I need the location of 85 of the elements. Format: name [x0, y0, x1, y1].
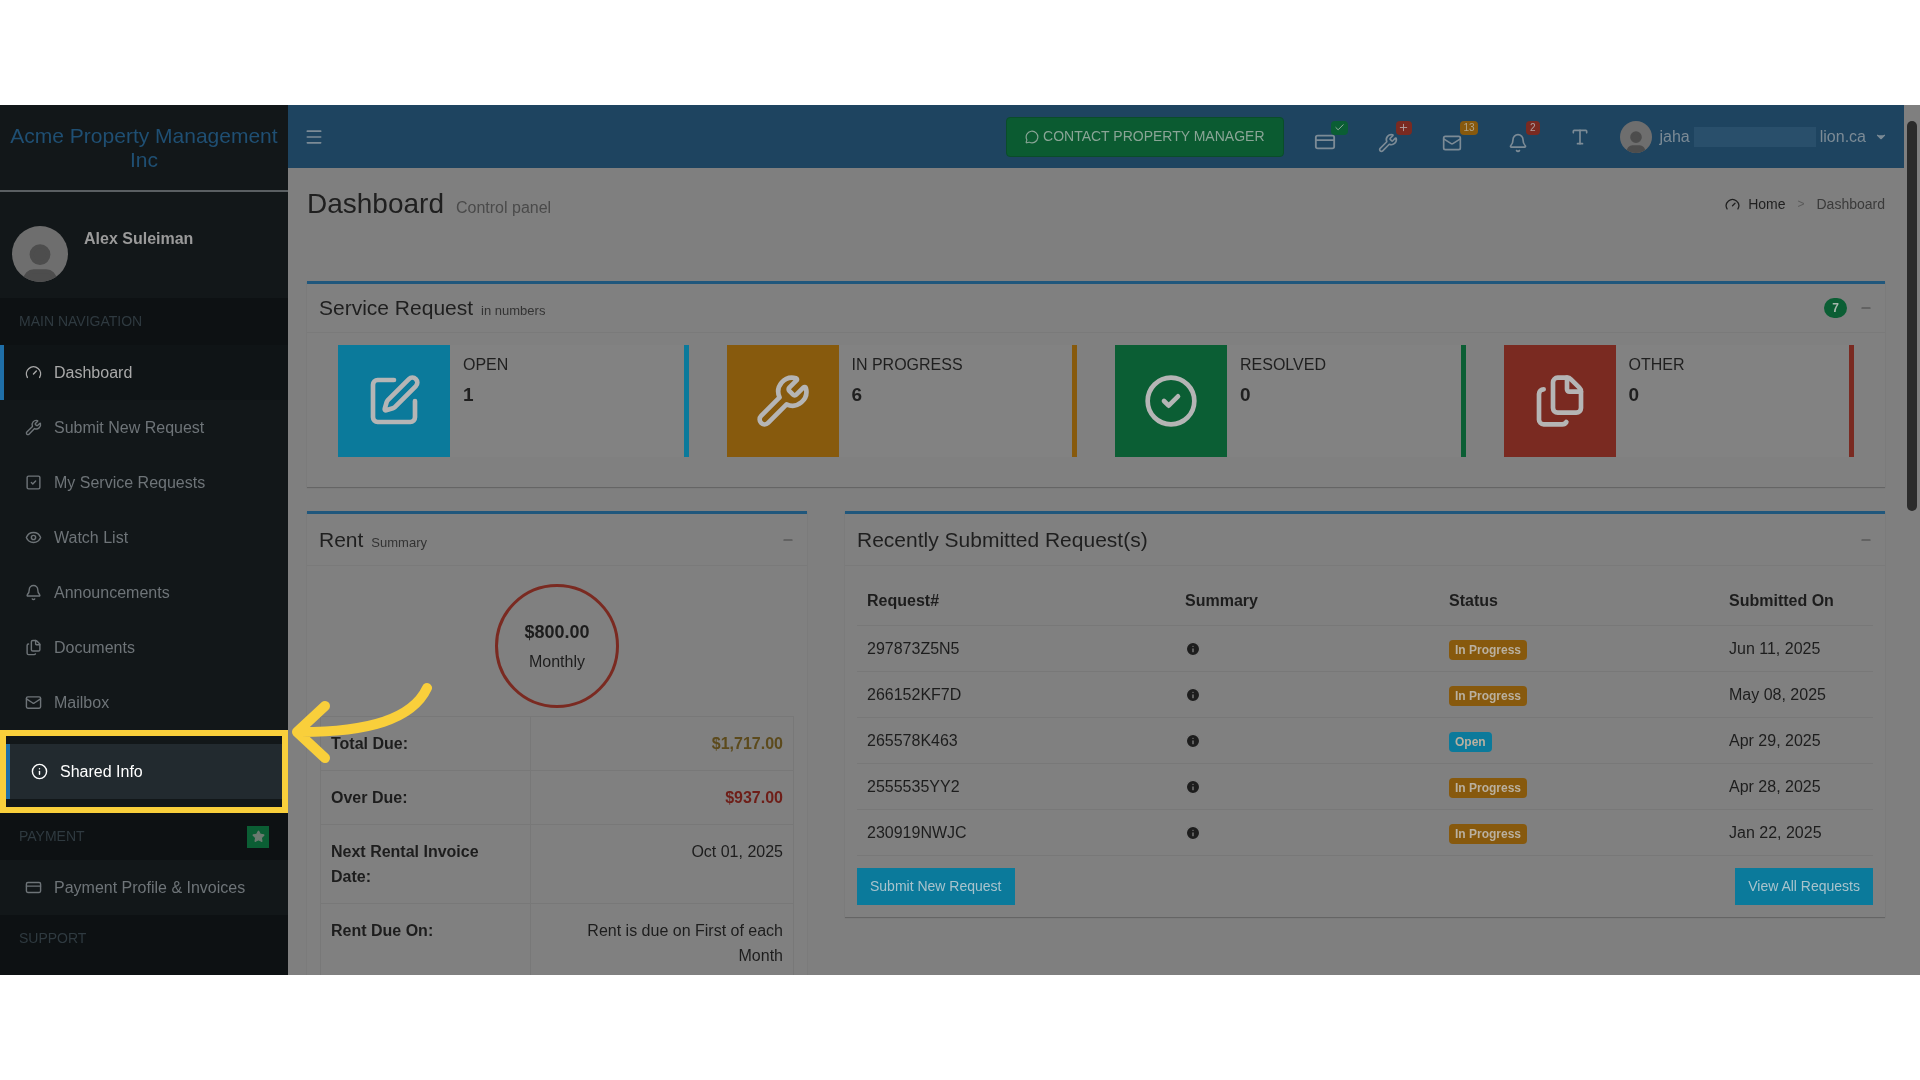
nav-icon: [25, 529, 42, 546]
stat-label: OTHER: [1628, 355, 1685, 375]
nav-icon: [31, 763, 48, 780]
submitted-date: Jan 22, 2025: [1729, 822, 1823, 843]
panel-title: Service Request: [319, 295, 474, 322]
info-icon[interactable]: [1185, 824, 1201, 841]
request-id: 266152KF7D: [867, 684, 963, 705]
status-badge: In Progress: [1449, 777, 1528, 798]
action-button[interactable]: View All Requests: [1735, 868, 1873, 905]
request-id: 230919NWJC: [867, 822, 968, 843]
nav-item[interactable]: Watch List: [0, 510, 288, 565]
breadcrumb-separator: >: [1796, 196, 1806, 213]
avatar-icon: [12, 226, 68, 282]
request-id: 297873Z5N5: [867, 638, 961, 659]
scrollbar[interactable]: [1904, 105, 1920, 975]
nav-item[interactable]: Documents: [0, 620, 288, 675]
nav-item[interactable]: Announcements: [0, 565, 288, 620]
stat-value: 0: [1240, 383, 1252, 407]
rent-period: Monthly: [529, 651, 585, 672]
rent-label: Over Due:: [321, 771, 531, 824]
info-icon[interactable]: [1185, 732, 1201, 749]
info-icon[interactable]: [1185, 778, 1201, 795]
nav-item[interactable]: Submit New Request: [0, 400, 288, 455]
submitted-date: Jun 11, 2025: [1729, 638, 1822, 659]
stat-label: OPEN: [463, 355, 509, 375]
panel-subtitle: in numbers: [481, 302, 546, 321]
mail-badge: 13: [1460, 120, 1478, 135]
submitted-date: May 08, 2025: [1729, 684, 1827, 705]
info-icon[interactable]: [1185, 686, 1201, 703]
rent-label: Rent Due On:: [321, 904, 531, 975]
nav-icon: [25, 419, 42, 436]
submitted-date: Apr 29, 2025: [1729, 730, 1822, 751]
count-badge: 7: [1824, 298, 1847, 318]
rent-label: Next Rental Invoice Date:: [321, 825, 531, 903]
action-button[interactable]: Submit New Request: [857, 868, 1015, 905]
nav-item[interactable]: Mailbox: [0, 675, 288, 730]
nav-icon: [25, 879, 42, 896]
breadcrumb-item[interactable]: Home: [1748, 193, 1786, 215]
request-id: 265578K463: [867, 730, 959, 751]
panel-title: Recently Submitted Request(s): [857, 526, 1148, 553]
status-badge: Open: [1449, 731, 1492, 752]
status-badge: In Progress: [1449, 639, 1528, 660]
panel-subtitle: Summary: [371, 533, 427, 552]
user-name: Alex Suleiman: [84, 229, 194, 249]
column-header: Summary: [1185, 590, 1259, 611]
request-id: 2555535YY2: [867, 776, 961, 797]
wrench-icon[interactable]: [1377, 120, 1412, 153]
rent-value: Oct 01, 2025: [690, 842, 784, 862]
stat-value: 6: [851, 383, 864, 407]
rent-value: Rent is due on First of each Month: [586, 921, 784, 966]
column-header: Request#: [867, 590, 941, 611]
nav-icon: [25, 474, 42, 491]
contact-manager-button[interactable]: CONTACT PROPERTY MANAGER: [1006, 116, 1284, 157]
bell-badge: 2: [1525, 120, 1540, 135]
stat-value: 1: [463, 383, 475, 407]
nav-icon: [25, 639, 42, 656]
brand-title[interactable]: Acme Property Management Inc: [8, 123, 280, 172]
nav-item[interactable]: Shared Info: [6, 744, 282, 799]
nav-icon: [25, 584, 42, 601]
rent-label: Total Due:: [321, 717, 531, 770]
rent-amount: $800.00: [524, 620, 590, 644]
chat-icon: [1025, 129, 1040, 144]
submitted-date: Apr 28, 2025: [1729, 776, 1822, 797]
status-badge: In Progress: [1449, 685, 1528, 706]
user-email[interactable]: jaha: [1659, 124, 1690, 149]
user-email-end[interactable]: lion.ca: [1819, 124, 1866, 149]
page-title: Dashboard: [307, 187, 444, 221]
stat-value: 0: [1628, 383, 1641, 407]
stat-label: RESOLVED: [1240, 355, 1326, 375]
nav-icon: [25, 694, 42, 711]
stat-label: IN PROGRESS: [851, 355, 963, 375]
nav-icon: [25, 364, 42, 381]
column-header: Submitted On: [1729, 590, 1835, 611]
nav-item[interactable]: My Service Requests: [0, 455, 288, 510]
bell-icon[interactable]: [1507, 132, 1528, 153]
panel-title: Rent: [319, 526, 364, 553]
avatar-icon[interactable]: [1619, 120, 1652, 153]
rent-value: $937.00: [724, 788, 784, 808]
rent-value: $1,717.00: [710, 734, 784, 754]
nav-item[interactable]: Payment Profile & Invoices: [0, 860, 288, 915]
status-badge: In Progress: [1449, 823, 1528, 844]
breadcrumb-item: Dashboard: [1816, 194, 1885, 214]
dashboard-icon: [1725, 196, 1741, 212]
column-header: Status: [1449, 590, 1499, 611]
info-icon[interactable]: [1185, 640, 1201, 657]
